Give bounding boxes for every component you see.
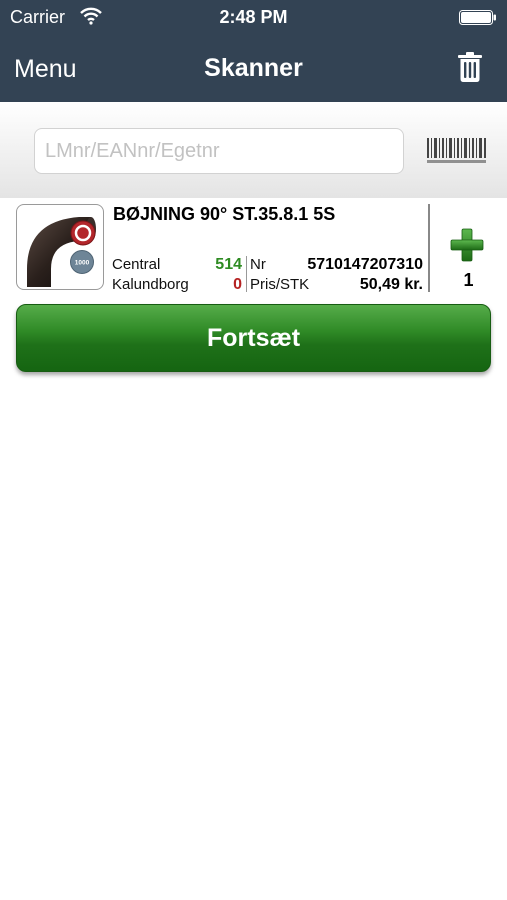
price-label: Pris/STK <box>250 276 310 293</box>
barcode-icon[interactable] <box>426 136 488 166</box>
product-title: BØJNING 90° ST.35.8.1 5S <box>113 204 336 224</box>
continue-button[interactable]: Fortsæt <box>16 304 491 372</box>
trash-icon[interactable] <box>457 51 483 83</box>
search-input[interactable] <box>34 128 404 174</box>
product-row[interactable]: 1000 BØJNING 90° ST.35.8.1 5S Central 51… <box>0 198 507 296</box>
menu-button[interactable]: Menu <box>14 55 77 84</box>
stock-location-value: 0 <box>233 276 242 293</box>
divider <box>246 256 247 292</box>
quantity-value: 1 <box>463 270 474 290</box>
stock-location-label: Central <box>112 256 161 273</box>
product-thumbnail <box>16 204 104 290</box>
clock: 2:48 PM <box>219 7 288 27</box>
search-bar <box>0 102 507 198</box>
status-bar: Carrier 2:48 PM <box>0 0 507 36</box>
plus-icon[interactable] <box>450 228 484 262</box>
gear-badge-icon: 1000 <box>70 250 94 274</box>
stock-location-value: 514 <box>215 256 242 273</box>
svg-text:1000: 1000 <box>75 260 90 267</box>
red-badge-icon <box>70 220 96 246</box>
price-value: 50,49 kr. <box>359 276 423 293</box>
item-number-label: Nr <box>250 256 266 273</box>
stock-location-label: Kalundborg <box>112 276 189 293</box>
battery-icon <box>459 10 496 25</box>
navigation-bar: Menu Skanner <box>0 36 507 102</box>
item-number-value: 5710147207310 <box>307 256 423 273</box>
